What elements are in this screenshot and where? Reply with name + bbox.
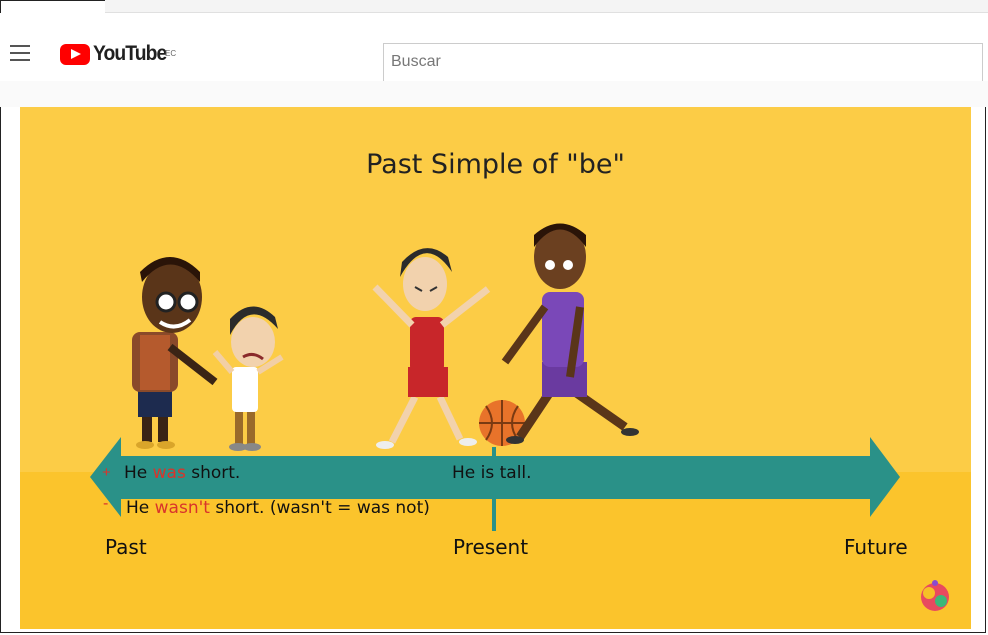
logo-wordmark: YouTube	[93, 42, 167, 65]
negative-after: short. (wasn't = was not)	[209, 498, 430, 518]
search-input[interactable]	[384, 44, 958, 80]
negative-verb: wasn't	[154, 498, 210, 518]
video-title-text: Past Simple of "be"	[366, 149, 625, 180]
hamburger-menu-icon[interactable]	[10, 45, 32, 61]
negative-sign: -	[103, 495, 109, 512]
present-label: Present	[453, 535, 529, 559]
positive-before: He	[124, 463, 153, 483]
short-boy-character	[212, 306, 284, 451]
positive-sentence: He was short.	[124, 463, 240, 483]
colorful-globe-icon	[921, 580, 949, 611]
teacher-character	[132, 257, 218, 449]
present-marker	[492, 447, 496, 531]
browser-top-strip	[105, 0, 988, 13]
past-label: Past	[105, 535, 147, 559]
positive-sign: +	[102, 464, 111, 481]
present-sentence: He is tall.	[452, 463, 532, 483]
positive-verb: was	[152, 463, 186, 483]
positive-after: short.	[185, 463, 241, 483]
negative-before: He	[126, 498, 155, 518]
youtube-play-icon	[60, 43, 90, 65]
tall-player-character	[501, 223, 639, 444]
future-label: Future	[844, 535, 908, 559]
country-code: EC	[165, 49, 177, 58]
masthead: YouTube EC	[0, 13, 988, 83]
video-player[interactable]: Past Simple of "be" + He was short. He i…	[20, 107, 971, 629]
red-player-character	[372, 248, 491, 449]
negative-sentence: He wasn't short. (wasn't = was not)	[126, 498, 430, 518]
youtube-logo[interactable]: YouTube	[60, 39, 173, 69]
page-spacer	[0, 81, 988, 107]
search-box[interactable]	[383, 43, 983, 83]
